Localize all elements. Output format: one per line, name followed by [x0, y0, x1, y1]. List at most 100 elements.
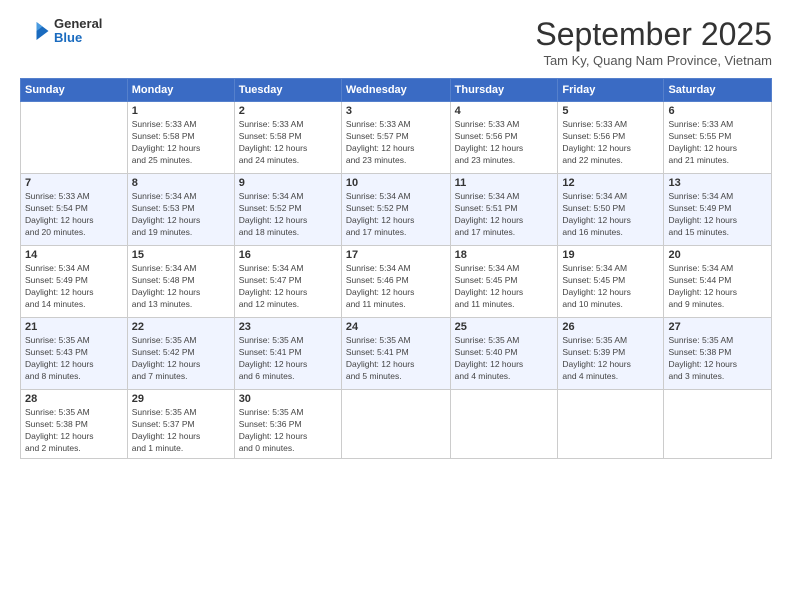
day-number: 21	[25, 321, 123, 333]
day-info: Sunrise: 5:33 AM Sunset: 5:58 PM Dayligh…	[132, 119, 230, 167]
table-row: 21 Sunrise: 5:35 AM Sunset: 5:43 PM Dayli…	[21, 318, 128, 390]
day-info: Sunrise: 5:34 AM Sunset: 5:48 PM Dayligh…	[132, 263, 230, 311]
day-info: Sunrise: 5:33 AM Sunset: 5:57 PM Dayligh…	[346, 119, 446, 167]
header-wednesday: Wednesday	[341, 79, 450, 102]
day-info: Sunrise: 5:34 AM Sunset: 5:52 PM Dayligh…	[346, 191, 446, 239]
day-info: Sunrise: 5:34 AM Sunset: 5:49 PM Dayligh…	[668, 191, 767, 239]
day-number: 4	[455, 105, 554, 117]
table-row	[558, 390, 664, 459]
day-info: Sunrise: 5:35 AM Sunset: 5:42 PM Dayligh…	[132, 335, 230, 383]
table-row: 2Sunrise: 5:33 AM Sunset: 5:58 PM Daylig…	[234, 102, 341, 174]
page: General Blue September 2025 Tam Ky, Quan…	[0, 0, 792, 612]
header-saturday: Saturday	[664, 79, 772, 102]
day-info: Sunrise: 5:34 AM Sunset: 5:45 PM Dayligh…	[562, 263, 659, 311]
day-info: Sunrise: 5:35 AM Sunset: 5:37 PM Dayligh…	[132, 407, 230, 455]
table-row: 30Sunrise: 5:35 AM Sunset: 5:36 PM Dayli…	[234, 390, 341, 459]
day-number: 28	[25, 393, 123, 405]
table-row: 11 Sunrise: 5:34 AM Sunset: 5:51 PM Dayli…	[450, 174, 558, 246]
day-number: 14	[25, 249, 123, 261]
header-tuesday: Tuesday	[234, 79, 341, 102]
header-monday: Monday	[127, 79, 234, 102]
day-number: 10	[346, 177, 446, 189]
table-row: 26 Sunrise: 5:35 AM Sunset: 5:39 PM Dayli…	[558, 318, 664, 390]
day-info: Sunrise: 5:34 AM Sunset: 5:46 PM Dayligh…	[346, 263, 446, 311]
header-friday: Friday	[558, 79, 664, 102]
table-row	[450, 390, 558, 459]
logo: General Blue	[20, 16, 102, 46]
header: General Blue September 2025 Tam Ky, Quan…	[20, 16, 772, 68]
table-row: 20Sunrise: 5:34 AM Sunset: 5:44 PM Dayli…	[664, 246, 772, 318]
day-info: Sunrise: 5:34 AM Sunset: 5:50 PM Dayligh…	[562, 191, 659, 239]
table-row: 6 Sunrise: 5:33 AM Sunset: 5:55 PM Daylig…	[664, 102, 772, 174]
table-row: 16Sunrise: 5:34 AM Sunset: 5:47 PM Dayli…	[234, 246, 341, 318]
table-row: 8 Sunrise: 5:34 AM Sunset: 5:53 PM Daylig…	[127, 174, 234, 246]
day-info: Sunrise: 5:33 AM Sunset: 5:56 PM Dayligh…	[455, 119, 554, 167]
day-number: 22	[132, 321, 230, 333]
day-info: Sunrise: 5:35 AM Sunset: 5:38 PM Dayligh…	[668, 335, 767, 383]
calendar-week-row: 28 Sunrise: 5:35 AM Sunset: 5:38 PM Dayli…	[21, 390, 772, 459]
table-row: 14Sunrise: 5:34 AM Sunset: 5:49 PM Dayli…	[21, 246, 128, 318]
logo-blue-text: Blue	[54, 31, 102, 45]
table-row: 13 Sunrise: 5:34 AM Sunset: 5:49 PM Dayli…	[664, 174, 772, 246]
calendar-week-row: 14Sunrise: 5:34 AM Sunset: 5:49 PM Dayli…	[21, 246, 772, 318]
table-row: 27 Sunrise: 5:35 AM Sunset: 5:38 PM Dayli…	[664, 318, 772, 390]
day-number: 18	[455, 249, 554, 261]
day-info: Sunrise: 5:33 AM Sunset: 5:55 PM Dayligh…	[668, 119, 767, 167]
table-row: 17 Sunrise: 5:34 AM Sunset: 5:46 PM Dayli…	[341, 246, 450, 318]
day-info: Sunrise: 5:33 AM Sunset: 5:56 PM Dayligh…	[562, 119, 659, 167]
day-number: 20	[668, 249, 767, 261]
day-info: Sunrise: 5:35 AM Sunset: 5:43 PM Dayligh…	[25, 335, 123, 383]
day-number: 3	[346, 105, 446, 117]
day-number: 27	[668, 321, 767, 333]
table-row	[341, 390, 450, 459]
day-info: Sunrise: 5:35 AM Sunset: 5:39 PM Dayligh…	[562, 335, 659, 383]
table-row: 25 Sunrise: 5:35 AM Sunset: 5:40 PM Dayli…	[450, 318, 558, 390]
table-row	[664, 390, 772, 459]
day-number: 15	[132, 249, 230, 261]
table-row: 12 Sunrise: 5:34 AM Sunset: 5:50 PM Dayli…	[558, 174, 664, 246]
day-number: 24	[346, 321, 446, 333]
day-info: Sunrise: 5:34 AM Sunset: 5:52 PM Dayligh…	[239, 191, 337, 239]
day-info: Sunrise: 5:35 AM Sunset: 5:41 PM Dayligh…	[239, 335, 337, 383]
day-number: 29	[132, 393, 230, 405]
calendar-week-row: 7Sunrise: 5:33 AM Sunset: 5:54 PM Daylig…	[21, 174, 772, 246]
logo-text: General Blue	[54, 17, 102, 46]
day-number: 6	[668, 105, 767, 117]
table-row	[21, 102, 128, 174]
day-number: 17	[346, 249, 446, 261]
table-row: 19 Sunrise: 5:34 AM Sunset: 5:45 PM Dayli…	[558, 246, 664, 318]
day-number: 13	[668, 177, 767, 189]
table-row: 5Sunrise: 5:33 AM Sunset: 5:56 PM Daylig…	[558, 102, 664, 174]
day-number: 11	[455, 177, 554, 189]
calendar-week-row: 21 Sunrise: 5:35 AM Sunset: 5:43 PM Dayli…	[21, 318, 772, 390]
header-sunday: Sunday	[21, 79, 128, 102]
table-row: 9 Sunrise: 5:34 AM Sunset: 5:52 PM Daylig…	[234, 174, 341, 246]
day-info: Sunrise: 5:35 AM Sunset: 5:36 PM Dayligh…	[239, 407, 337, 455]
header-thursday: Thursday	[450, 79, 558, 102]
day-number: 19	[562, 249, 659, 261]
table-row: 18Sunrise: 5:34 AM Sunset: 5:45 PM Dayli…	[450, 246, 558, 318]
title-block: September 2025 Tam Ky, Quang Nam Provinc…	[535, 16, 772, 68]
table-row: 22 Sunrise: 5:35 AM Sunset: 5:42 PM Dayli…	[127, 318, 234, 390]
table-row: 4 Sunrise: 5:33 AM Sunset: 5:56 PM Daylig…	[450, 102, 558, 174]
day-number: 26	[562, 321, 659, 333]
day-number: 12	[562, 177, 659, 189]
table-row: 1Sunrise: 5:33 AM Sunset: 5:58 PM Daylig…	[127, 102, 234, 174]
calendar-header-row: Sunday Monday Tuesday Wednesday Thursday…	[21, 79, 772, 102]
day-number: 23	[239, 321, 337, 333]
day-info: Sunrise: 5:34 AM Sunset: 5:51 PM Dayligh…	[455, 191, 554, 239]
day-info: Sunrise: 5:35 AM Sunset: 5:41 PM Dayligh…	[346, 335, 446, 383]
day-number: 25	[455, 321, 554, 333]
day-number: 9	[239, 177, 337, 189]
table-row: 10 Sunrise: 5:34 AM Sunset: 5:52 PM Dayli…	[341, 174, 450, 246]
day-info: Sunrise: 5:35 AM Sunset: 5:38 PM Dayligh…	[25, 407, 123, 455]
day-info: Sunrise: 5:35 AM Sunset: 5:40 PM Dayligh…	[455, 335, 554, 383]
table-row: 28 Sunrise: 5:35 AM Sunset: 5:38 PM Dayli…	[21, 390, 128, 459]
day-info: Sunrise: 5:34 AM Sunset: 5:53 PM Dayligh…	[132, 191, 230, 239]
day-number: 16	[239, 249, 337, 261]
day-number: 7	[25, 177, 123, 189]
day-number: 8	[132, 177, 230, 189]
logo-general-text: General	[54, 17, 102, 31]
table-row: 15 Sunrise: 5:34 AM Sunset: 5:48 PM Dayli…	[127, 246, 234, 318]
location-subtitle: Tam Ky, Quang Nam Province, Vietnam	[535, 53, 772, 68]
